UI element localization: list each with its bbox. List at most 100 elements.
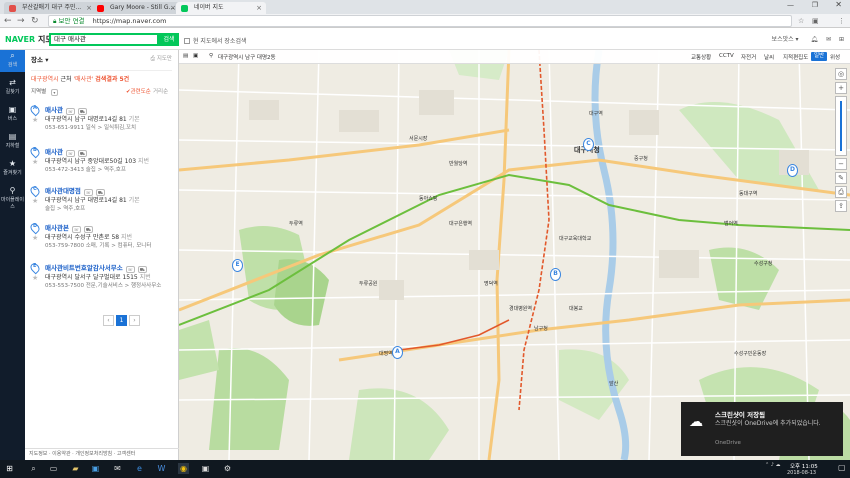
- back-icon[interactable]: ←: [4, 15, 12, 27]
- url-field[interactable]: 🔒︎ 보안 연결 https://map.naver.com: [48, 15, 792, 27]
- search-icon[interactable]: ⌕: [28, 463, 39, 474]
- map-label[interactable]: 남구청: [534, 325, 548, 332]
- favorite-star-icon[interactable]: ★: [32, 197, 38, 205]
- notification-icon[interactable]: ▢: [838, 463, 846, 472]
- nav-item-4[interactable]: ★ 즐겨찾기: [0, 158, 25, 180]
- map-pin-marker[interactable]: A: [392, 346, 403, 359]
- browser-tab-active[interactable]: 네이버 지도 ×: [176, 2, 266, 14]
- map-toolbar-item[interactable]: 자전거: [741, 53, 756, 61]
- browser-tab-1[interactable]: 부산갈매기 대구 주민... ×: [4, 2, 96, 14]
- layers-icon[interactable]: ▤: [183, 53, 188, 59]
- apps-grid-icon[interactable]: ⊞: [839, 36, 844, 43]
- map-label[interactable]: 명덕역: [484, 280, 498, 287]
- share-icon[interactable]: ⇪: [835, 200, 847, 212]
- map-canvas[interactable]: 대구시청대구역동대구역반월당역두류공원대구교육대학교수성구청범어역대봉교앞산대명…: [179, 50, 850, 460]
- mail-icon[interactable]: ✉: [112, 463, 123, 474]
- nav-item-2[interactable]: ▣ 버스: [0, 104, 25, 126]
- measure-icon[interactable]: ✎: [835, 172, 847, 184]
- sort-relevance[interactable]: ✔관련도순: [126, 87, 151, 95]
- current-map-search-checkbox[interactable]: 현 지도에서 장소검색: [184, 36, 247, 45]
- bookmark-star-icon[interactable]: ☆: [798, 15, 804, 27]
- map-label[interactable]: 두류역: [289, 220, 303, 227]
- print-icon[interactable]: ⎙: [835, 186, 847, 198]
- bus-filter-icon[interactable]: ▣: [193, 53, 198, 59]
- edge-icon[interactable]: e: [134, 463, 145, 474]
- zoom-in-button[interactable]: +: [835, 82, 847, 94]
- map-label[interactable]: 동아쇼핑: [419, 195, 437, 202]
- satellite-view-button[interactable]: 위성: [830, 53, 840, 61]
- menu-icon[interactable]: ⋮: [838, 15, 845, 27]
- windows-start-icon[interactable]: ⊞: [4, 463, 15, 474]
- map-label[interactable]: 경대병원역: [509, 305, 532, 312]
- tray-icons[interactable]: ⌃ ♪ ☁: [765, 462, 781, 468]
- favorite-star-icon[interactable]: ★: [32, 158, 38, 166]
- mail-icon[interactable]: ✉: [826, 36, 831, 43]
- zoom-slider[interactable]: [835, 96, 847, 156]
- close-window-icon[interactable]: ✕: [835, 0, 842, 9]
- map-pin-marker[interactable]: E: [232, 259, 243, 272]
- pinned-app-icon[interactable]: ▣: [200, 463, 211, 474]
- sort-distance[interactable]: 거리순: [153, 87, 168, 95]
- tab-close-icon[interactable]: ×: [256, 2, 262, 14]
- nav-item-3[interactable]: ▤ 지하철: [0, 131, 25, 153]
- map-label[interactable]: 동대구역: [739, 190, 757, 197]
- forward-icon[interactable]: →: [17, 15, 25, 27]
- map-pin-marker[interactable]: D: [787, 164, 798, 177]
- print-link[interactable]: ⎙ 지도만: [31, 54, 172, 63]
- map-label[interactable]: 대구은행역: [449, 220, 472, 227]
- footer-links[interactable]: 지도정보 · 이용약관 · 개인정보처리방침 · 고객센터: [25, 448, 179, 460]
- my-location-icon[interactable]: ◎: [835, 68, 847, 80]
- next-page-button[interactable]: ›: [129, 315, 140, 326]
- map-label[interactable]: 앞산: [609, 380, 618, 387]
- browser-tab-2[interactable]: Gary Moore - Still G... ×: [92, 2, 180, 14]
- search-input[interactable]: 대구 매사관: [49, 33, 159, 46]
- store-icon[interactable]: ▣: [90, 463, 101, 474]
- normal-view-button[interactable]: 일반: [811, 52, 828, 61]
- reload-icon[interactable]: ↻: [31, 15, 39, 27]
- search-icon: ⌕: [10, 51, 15, 60]
- extension-icon[interactable]: ▣: [812, 15, 819, 27]
- maximize-icon[interactable]: ❐: [812, 1, 818, 9]
- chrome-icon[interactable]: ◉: [178, 463, 189, 474]
- favorite-star-icon[interactable]: ★: [32, 116, 38, 124]
- clock-date[interactable]: 2018-08-13: [787, 470, 816, 476]
- user-menu[interactable]: 보스맛스 ▾: [772, 36, 799, 43]
- map-label[interactable]: 대구역: [589, 110, 603, 117]
- nav-item-5[interactable]: ⚲ 마이플레이스: [0, 185, 25, 210]
- map-toolbar-item[interactable]: CCTV: [719, 53, 734, 59]
- page-1-button[interactable]: 1: [116, 315, 127, 326]
- map-pin-marker[interactable]: C: [583, 138, 594, 151]
- search-button[interactable]: 검색: [159, 33, 179, 46]
- zoom-out-button[interactable]: −: [835, 158, 847, 170]
- favorite-star-icon[interactable]: ★: [32, 234, 38, 242]
- map-toolbar-item[interactable]: 지적편집도: [783, 53, 808, 61]
- nav-item-0[interactable]: ⌕ 검색: [0, 50, 25, 72]
- naver-logo[interactable]: NAVER 지도: [5, 34, 53, 45]
- region-filter[interactable]: 지역별: [31, 89, 46, 95]
- map-label[interactable]: 서문시장: [409, 135, 427, 142]
- map-label[interactable]: 두류공원: [359, 280, 377, 287]
- task-view-icon[interactable]: ▭: [48, 463, 59, 474]
- map-pin-marker[interactable]: B: [550, 268, 561, 281]
- map-label[interactable]: 대명역: [379, 350, 393, 357]
- bell-icon[interactable]: 🔔︎: [810, 36, 818, 43]
- minimize-icon[interactable]: —: [787, 1, 794, 9]
- clock-time[interactable]: 오후 11:05: [790, 462, 818, 470]
- file-explorer-icon[interactable]: ▰: [70, 463, 81, 474]
- map-label[interactable]: 수성구청: [754, 260, 772, 267]
- pinned-app-icon[interactable]: ⚙: [222, 463, 233, 474]
- map-label[interactable]: 범어역: [724, 220, 738, 227]
- onedrive-toast[interactable]: ☁ 스크린샷이 저장됨 스크린샷이 OneDrive에 추가되었습니다. One…: [681, 402, 843, 456]
- current-location-label[interactable]: 대구광역시 남구 대명2동: [218, 53, 276, 61]
- favorite-star-icon[interactable]: ★: [32, 274, 38, 282]
- map-label[interactable]: 대봉교: [569, 305, 583, 312]
- map-label[interactable]: 수성구민운동장: [734, 350, 766, 357]
- nav-item-1[interactable]: ⇄ 길찾기: [0, 77, 25, 99]
- map-label[interactable]: 반월당역: [449, 160, 467, 167]
- map-label[interactable]: 대구교육대학교: [559, 235, 591, 242]
- prev-page-button[interactable]: ‹: [103, 315, 114, 326]
- map-label[interactable]: 중구청: [634, 155, 648, 162]
- map-toolbar-item[interactable]: 날씨: [764, 53, 774, 61]
- map-toolbar-item[interactable]: 교통상황: [691, 53, 711, 61]
- word-icon[interactable]: W: [156, 463, 167, 474]
